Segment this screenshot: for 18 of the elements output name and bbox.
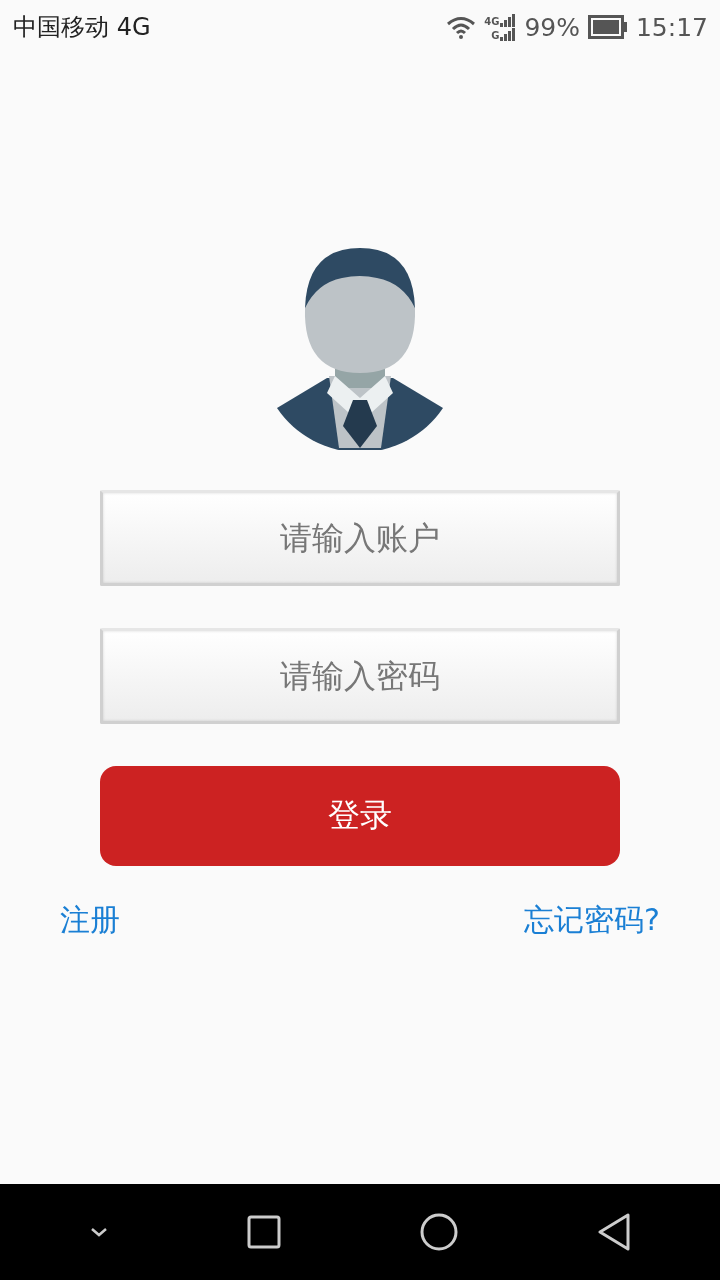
register-link[interactable]: 注册 (60, 900, 120, 941)
battery-percentage: 99% (524, 12, 580, 42)
signal-icon (500, 28, 517, 41)
account-input-field[interactable]: 请输入账户 (100, 490, 620, 586)
network-type-label: 4G (484, 16, 500, 27)
wifi-icon (446, 15, 477, 39)
home-icon[interactable] (419, 1213, 458, 1251)
signal-icon (500, 14, 517, 27)
back-icon[interactable] (596, 1213, 631, 1251)
down-chevron-icon[interactable] (89, 1227, 108, 1237)
recent-apps-icon[interactable] (246, 1215, 281, 1249)
login-button[interactable]: 登录 (100, 766, 620, 866)
clock-time: 15:17 (635, 12, 708, 42)
password-input-field[interactable]: 请输入密码 (100, 628, 620, 724)
network-type-label: G (491, 30, 500, 41)
forgot-password-link[interactable]: 忘记密码? (524, 900, 660, 941)
battery-icon (587, 15, 628, 39)
carrier-name: 中国移动 4G (13, 12, 151, 43)
